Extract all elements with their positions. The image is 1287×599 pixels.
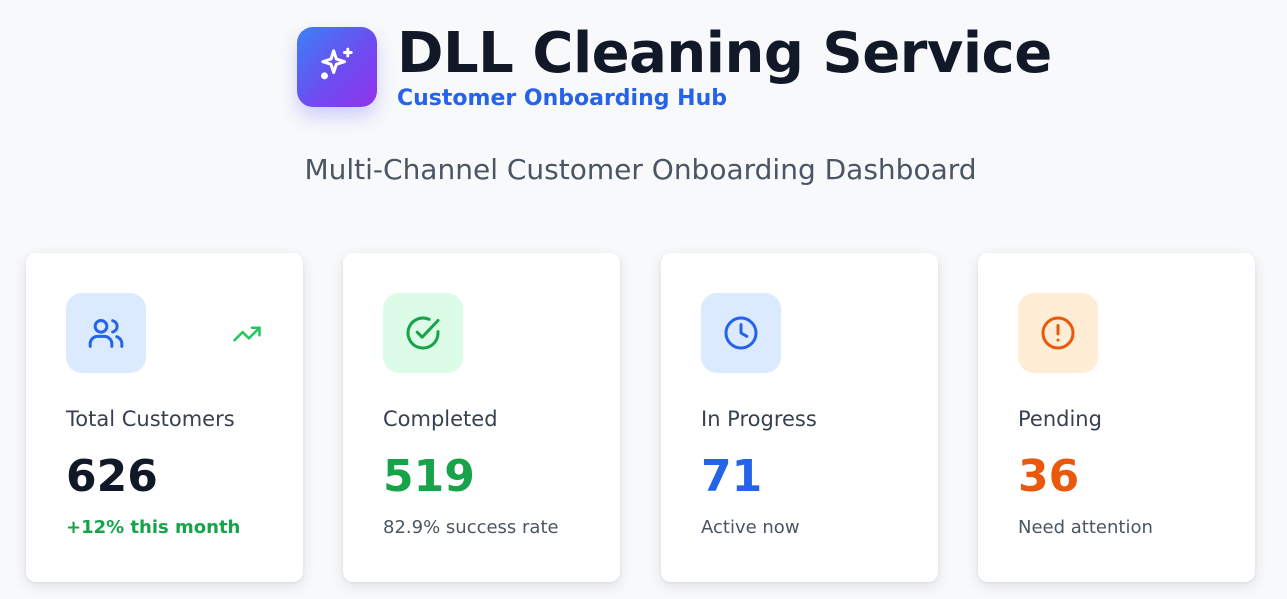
stat-label: Pending [1018, 407, 1102, 431]
stat-card-total-customers: Total Customers 626 +12% this month [26, 253, 303, 582]
users-icon [66, 293, 146, 373]
stat-card-completed: Completed 519 82.9% success rate [343, 253, 620, 582]
stat-label: Completed [383, 407, 498, 431]
dashboard-page: DLL Cleaning Service Customer Onboarding… [0, 0, 1287, 599]
stat-value: 36 [1018, 451, 1080, 502]
stat-note: Active now [701, 517, 800, 538]
trending-up-icon [232, 319, 262, 353]
stat-value: 626 [66, 451, 158, 502]
page-title: Multi-Channel Customer Onboarding Dashbo… [304, 153, 977, 186]
stat-value: 71 [701, 451, 763, 502]
stat-card-in-progress: In Progress 71 Active now [661, 253, 938, 582]
app-title: DLL Cleaning Service [397, 21, 1052, 86]
stat-card-pending: Pending 36 Need attention [978, 253, 1255, 582]
app-subtitle: Customer Onboarding Hub [397, 86, 727, 111]
stat-value: 519 [383, 451, 475, 502]
stat-note: Need attention [1018, 517, 1153, 538]
logo [297, 27, 377, 107]
stat-note: +12% this month [66, 517, 241, 538]
stat-label: Total Customers [66, 407, 235, 431]
alert-circle-icon [1018, 293, 1098, 373]
stat-label: In Progress [701, 407, 817, 431]
check-circle-icon [383, 293, 463, 373]
sparkles-icon [317, 45, 357, 89]
clock-icon [701, 293, 781, 373]
stat-note: 82.9% success rate [383, 517, 559, 538]
